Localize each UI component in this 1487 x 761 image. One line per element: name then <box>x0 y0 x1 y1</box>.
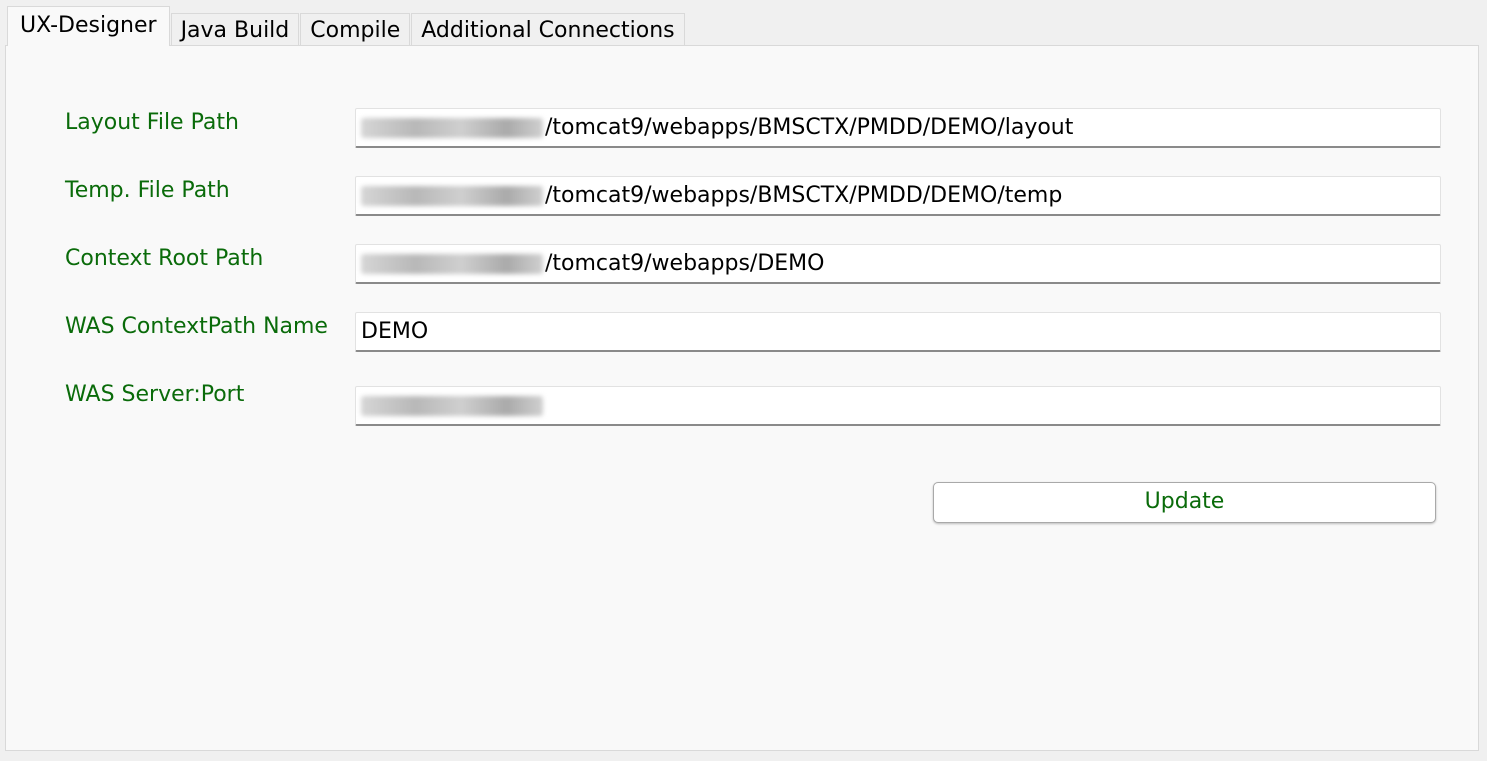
redacted-value <box>361 395 543 416</box>
context-root-path-label: Context Root Path <box>65 246 264 271</box>
temp-file-path-input[interactable]: /tomcat9/webapps/BMSCTX/PMDD/DEMO/temp <box>355 176 1441 216</box>
redacted-prefix <box>361 185 543 206</box>
temp-file-path-label: Temp. File Path <box>65 178 230 203</box>
tab-strip: UX-Designer Java Build Compile Additiona… <box>7 6 686 46</box>
redacted-prefix <box>361 117 543 138</box>
temp-file-path-value: /tomcat9/webapps/BMSCTX/PMDD/DEMO/temp <box>545 182 1063 208</box>
tab-java-build[interactable]: Java Build <box>170 13 300 46</box>
was-server-port-label: WAS Server:Port <box>65 382 245 407</box>
was-contextpath-name-label: WAS ContextPath Name <box>65 314 328 339</box>
settings-panel: Layout File Path /tomcat9/webapps/BMSCTX… <box>5 45 1479 751</box>
tab-compile[interactable]: Compile <box>300 13 411 46</box>
tab-additional-connections[interactable]: Additional Connections <box>411 13 685 46</box>
tab-ux-designer[interactable]: UX-Designer <box>7 6 170 46</box>
was-contextpath-name-value: DEMO <box>361 318 429 344</box>
context-root-path-input[interactable]: /tomcat9/webapps/DEMO <box>355 244 1441 284</box>
was-contextpath-name-input[interactable]: DEMO <box>355 312 1441 352</box>
update-button[interactable]: Update <box>933 482 1436 523</box>
layout-file-path-value: /tomcat9/webapps/BMSCTX/PMDD/DEMO/layout <box>545 114 1074 140</box>
redacted-prefix <box>361 253 543 274</box>
layout-file-path-label: Layout File Path <box>65 110 239 135</box>
context-root-path-value: /tomcat9/webapps/DEMO <box>545 250 825 276</box>
was-server-port-input[interactable] <box>355 386 1441 426</box>
layout-file-path-input[interactable]: /tomcat9/webapps/BMSCTX/PMDD/DEMO/layout <box>355 108 1441 148</box>
